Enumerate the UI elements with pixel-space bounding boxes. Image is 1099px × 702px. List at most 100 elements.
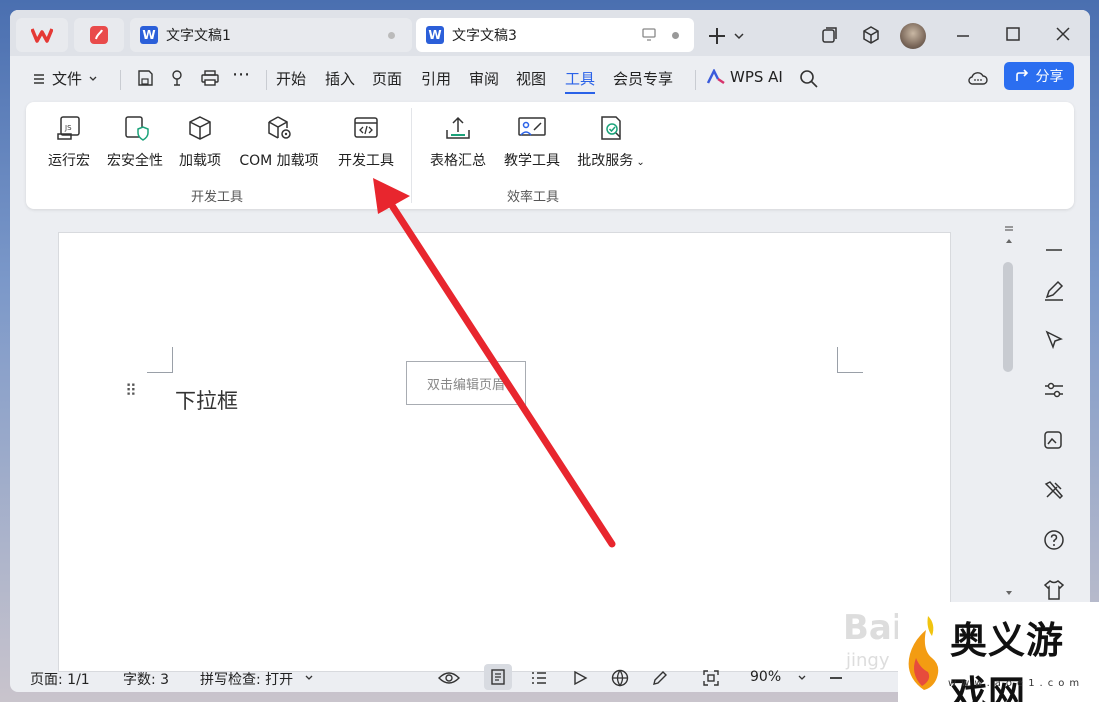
unsaved-dot-icon <box>388 32 395 39</box>
tools-icon[interactable] <box>1042 478 1066 502</box>
menu-item-member[interactable]: 会员专享 <box>613 68 673 89</box>
spell-check[interactable]: 拼写检查: 打开 <box>200 669 293 689</box>
com-addins-button[interactable]: COM 加载项 <box>234 114 324 170</box>
table-summary-label: 表格汇总 <box>430 153 486 169</box>
unsaved-dot-icon <box>672 32 679 39</box>
menu-item-page[interactable]: 页面 <box>372 68 402 89</box>
file-menu[interactable]: 文件 <box>32 68 98 89</box>
file-menu-label: 文件 <box>52 70 83 88</box>
zoom-level[interactable]: 90% <box>750 669 781 685</box>
scrollbar-thumb[interactable] <box>1003 262 1013 372</box>
outline-icon[interactable] <box>530 670 548 686</box>
macro-security-button[interactable]: 宏安全性 <box>104 114 166 170</box>
menu-item-reference[interactable]: 引用 <box>421 68 451 89</box>
chevron-down-icon[interactable] <box>797 674 807 682</box>
window-switch-icon[interactable] <box>821 26 839 44</box>
menu-bar: 文件 ⋯ 开始 插入 页面 引用 审阅 视图 工具 会员专享 WPS AI 分享 <box>10 56 1090 100</box>
grading-service-label: 批改服务 <box>577 153 634 169</box>
teaching-tools-label: 教学工具 <box>504 153 560 169</box>
drag-handle-icon[interactable]: ⠿ <box>125 383 139 399</box>
chevron-down-icon <box>305 675 313 680</box>
group-label-efficiency: 效率工具 <box>507 190 560 205</box>
fit-page-icon[interactable] <box>702 669 720 687</box>
group-label-developer: 开发工具 <box>191 190 244 205</box>
document-page[interactable]: 双击编辑页眉 ⠿ 下拉框 <box>58 232 951 672</box>
scroll-down-icon[interactable] <box>1004 589 1014 597</box>
developer-tools-label: 开发工具 <box>338 153 394 169</box>
save-icon[interactable] <box>136 69 154 87</box>
macro-security-label: 宏安全性 <box>107 153 163 169</box>
user-avatar[interactable] <box>900 23 926 49</box>
page-view-toggle[interactable] <box>484 664 512 690</box>
shield-doc-icon <box>125 116 149 141</box>
developer-tools-button[interactable]: 开发工具 <box>334 114 398 170</box>
image-edit-icon[interactable] <box>1042 428 1066 452</box>
cube-icon[interactable] <box>861 25 881 45</box>
group-divider <box>411 108 412 203</box>
doc-check-icon <box>601 116 621 140</box>
pdf-tab[interactable] <box>74 18 124 52</box>
wps-ai-label: WPS AI <box>730 68 783 86</box>
ribbon-panel: JS 运行宏 宏安全性 加载项 COM 加载项 开发工具 表格汇总 教学工具 批… <box>26 102 1074 209</box>
header-edit-hint[interactable]: 双击编辑页眉 <box>406 361 526 405</box>
upload-tray-icon <box>446 116 470 139</box>
share-icon <box>1015 69 1028 81</box>
js-script-icon: JS <box>57 116 80 140</box>
new-tab-plus-icon[interactable] <box>708 26 748 46</box>
help-icon[interactable] <box>1042 528 1066 552</box>
menu-item-insert[interactable]: 插入 <box>325 68 355 89</box>
eye-icon[interactable] <box>438 670 460 686</box>
cursor-icon[interactable] <box>1042 328 1066 352</box>
pen-icon[interactable] <box>1042 278 1066 302</box>
tab-doc3[interactable]: W 文字文稿3 <box>416 18 694 52</box>
monitor-icon[interactable] <box>642 28 656 41</box>
flame-logo-icon <box>908 616 939 690</box>
addins-button[interactable]: 加载项 <box>176 114 224 170</box>
shirt-icon[interactable] <box>1042 578 1066 602</box>
tab-bar: W 文字文稿1 W 文字文稿3 <box>10 10 1090 56</box>
pen-icon[interactable] <box>651 669 669 687</box>
grading-service-button[interactable]: 批改服务 ⌄ <box>574 114 648 170</box>
addins-label: 加载项 <box>179 153 221 169</box>
box-gear-icon <box>268 116 291 139</box>
menu-item-start[interactable]: 开始 <box>276 68 306 89</box>
table-summary-button[interactable]: 表格汇总 <box>426 114 490 170</box>
format-painter-icon[interactable] <box>168 69 186 87</box>
hamburger-icon <box>34 73 44 84</box>
word-doc-icon: W <box>426 26 444 44</box>
search-icon[interactable] <box>799 69 819 89</box>
menu-item-view[interactable]: 视图 <box>516 68 546 89</box>
document-text[interactable]: 下拉框 <box>175 385 238 415</box>
play-icon[interactable] <box>572 670 588 686</box>
maximize-icon[interactable] <box>1006 27 1020 41</box>
minimize-icon[interactable] <box>955 28 971 44</box>
run-macro-button[interactable]: JS 运行宏 <box>46 114 92 170</box>
zoom-out-icon[interactable] <box>828 670 844 686</box>
sliders-icon[interactable] <box>1042 378 1066 402</box>
collapse-icon[interactable] <box>1042 238 1066 262</box>
site-watermark: 奥义游戏网 www.aoe1.com <box>898 602 1099 702</box>
menu-item-tools[interactable]: 工具 <box>565 68 596 94</box>
print-icon[interactable] <box>200 69 220 87</box>
menu-item-review[interactable]: 审阅 <box>469 68 499 89</box>
globe-icon[interactable] <box>611 669 629 687</box>
app-window: W 文字文稿1 W 文字文稿3 文件 ⋯ 开始 插入 页面 引用 审阅 视图 工… <box>10 10 1090 692</box>
word-count[interactable]: 字数: 3 <box>123 669 169 689</box>
scroll-up-icon[interactable] <box>1004 225 1014 259</box>
tab-doc1[interactable]: W 文字文稿1 <box>130 18 412 52</box>
baidu-watermark-sub: jingy <box>846 650 890 671</box>
close-icon[interactable] <box>1056 27 1070 41</box>
chevron-down-icon <box>89 76 97 81</box>
divider <box>266 70 267 90</box>
wps-home-tab[interactable] <box>16 18 68 52</box>
wps-ai-button[interactable]: WPS AI <box>706 68 783 86</box>
more-icon[interactable]: ⋯ <box>232 64 250 85</box>
teaching-tools-button[interactable]: 教学工具 <box>500 114 564 170</box>
cloud-icon[interactable] <box>968 69 988 87</box>
tab-doc3-title: 文字文稿3 <box>452 28 517 44</box>
page-count[interactable]: 页面: 1/1 <box>30 669 90 689</box>
word-doc-icon: W <box>140 26 158 44</box>
right-toolbar <box>1028 222 1080 622</box>
svg-text:JS: JS <box>64 124 72 132</box>
share-button[interactable]: 分享 <box>1004 62 1074 90</box>
